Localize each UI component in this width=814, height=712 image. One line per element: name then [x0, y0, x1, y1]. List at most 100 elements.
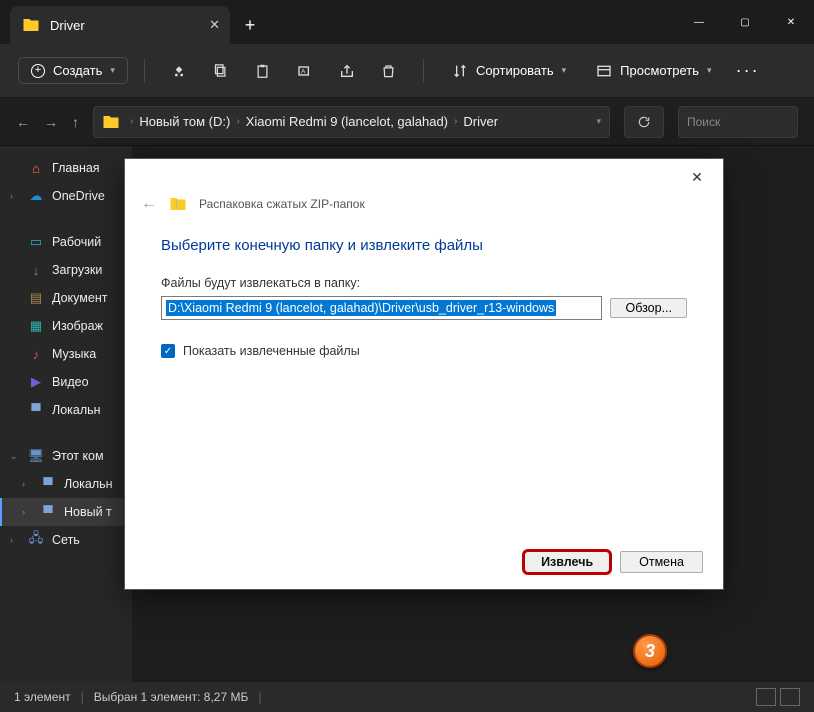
pc-icon: 🖥 [28, 448, 44, 464]
share-button[interactable] [329, 63, 365, 79]
status-count: 1 элемент [14, 690, 71, 704]
dialog-header: Распаковка сжатых ZIP-папок [199, 197, 365, 211]
home-icon: ⌂ [28, 160, 44, 176]
dialog-close-button[interactable]: ✕ [679, 169, 715, 186]
sidebar-item-documents[interactable]: ▤ Документ [0, 284, 132, 312]
chevron-right-icon: › [236, 116, 239, 127]
new-tab-button[interactable]: + [230, 6, 270, 44]
sidebar-item-network[interactable]: ›🖧Сеть [0, 526, 132, 554]
sidebar-item-thispc[interactable]: ⌄🖥Этот ком [0, 442, 132, 470]
sidebar-label: Этот ком [52, 449, 104, 463]
copy-button[interactable] [203, 63, 239, 78]
crumb-root[interactable]: Новый том (D:) [139, 114, 230, 129]
dialog-back-button[interactable]: ← [141, 195, 157, 213]
dialog-path-label: Файлы будут извлекаться в папку: [161, 276, 687, 290]
crumb-folder1[interactable]: Xiaomi Redmi 9 (lancelot, galahad) [246, 114, 448, 129]
video-icon: ▶ [28, 374, 44, 390]
delete-button[interactable] [371, 63, 407, 79]
chevron-down-icon: ▾ [707, 65, 712, 76]
view-button[interactable]: Просмотреть ▾ [584, 63, 723, 79]
sidebar-label: Документ [52, 291, 107, 305]
search-placeholder: Поиск [687, 115, 720, 129]
annotation-marker-3: 3 [633, 634, 667, 668]
sort-label: Сортировать [476, 63, 554, 78]
svg-text:A: A [301, 68, 306, 75]
sidebar-label: OneDrive [52, 189, 105, 203]
nav-up[interactable]: ↑ [72, 114, 79, 130]
tab-driver[interactable]: Driver ✕ [10, 6, 230, 44]
tab-title: Driver [50, 18, 85, 33]
close-window-button[interactable]: ✕ [768, 0, 814, 44]
checkbox-label: Показать извлеченные файлы [183, 344, 360, 358]
sidebar-item-onedrive[interactable]: ›☁OneDrive [0, 182, 132, 210]
disk-icon [102, 113, 120, 131]
disk-icon: ▀ [40, 504, 56, 520]
cut-button[interactable] [161, 63, 197, 79]
sidebar-label: Сеть [52, 533, 80, 547]
sort-button[interactable]: Сортировать ▾ [440, 63, 578, 79]
sidebar-item-local[interactable]: ▀ Локальн [0, 396, 132, 424]
view-grid-button[interactable] [780, 688, 800, 706]
sidebar-label: Локальн [52, 403, 101, 417]
sidebar-item-music[interactable]: ♪ Музыка [0, 340, 132, 368]
sidebar-item-localn[interactable]: ›▀Локальн [0, 470, 132, 498]
cancel-button[interactable]: Отмена [620, 551, 703, 573]
extract-button[interactable]: Извлечь [522, 549, 612, 575]
status-bar: 1 элемент | Выбран 1 элемент: 8,27 МБ | [0, 682, 814, 712]
view-label: Просмотреть [620, 63, 699, 78]
download-icon: ↓ [28, 262, 44, 278]
sidebar-item-downloads[interactable]: ↓ Загрузки [0, 256, 132, 284]
sidebar-label: Музыка [52, 347, 96, 361]
sidebar-label: Рабочий [52, 235, 101, 249]
cloud-icon: ☁ [28, 188, 44, 204]
search-input[interactable]: Поиск [678, 106, 798, 138]
sidebar-label: Новый т [64, 505, 112, 519]
nav-forward[interactable]: → [44, 114, 58, 130]
breadcrumb[interactable]: › Новый том (D:) › Xiaomi Redmi 9 (lance… [93, 106, 610, 138]
folder-icon [22, 16, 40, 34]
crumb-folder2[interactable]: Driver [463, 114, 498, 129]
desktop-icon: ▭ [28, 234, 44, 250]
sidebar-label: Изображ [52, 319, 103, 333]
create-label: Создать [53, 63, 102, 78]
minimize-button[interactable]: — [676, 0, 722, 44]
title-bar: Driver ✕ + — ▢ ✕ [0, 0, 814, 44]
plus-icon: + [31, 64, 45, 78]
sidebar-label: Главная [52, 161, 100, 175]
sidebar-item-newvol[interactable]: ›▀Новый т [0, 498, 132, 526]
browse-button[interactable]: Обзор... [610, 298, 687, 318]
separator: | [258, 690, 261, 704]
toolbar: + Создать ▾ A Сортировать ▾ Просмотреть … [0, 44, 814, 98]
chevron-right-icon: › [454, 116, 457, 127]
sidebar-item-desktop[interactable]: ▭ Рабочий [0, 228, 132, 256]
sidebar-label: Видео [52, 375, 89, 389]
tab-close-button[interactable]: ✕ [209, 17, 220, 33]
sidebar-item-images[interactable]: ▦Изображ [0, 312, 132, 340]
rename-button[interactable]: A [287, 63, 323, 79]
nav-back[interactable]: ← [16, 114, 30, 130]
separator [144, 59, 145, 83]
status-selected: Выбран 1 элемент: 8,27 МБ [94, 690, 249, 704]
path-input[interactable]: D:\Xiaomi Redmi 9 (lancelot, galahad)\Dr… [161, 296, 602, 320]
sidebar-label: Загрузки [52, 263, 102, 277]
show-files-checkbox[interactable]: ✓ [161, 344, 175, 358]
network-icon: 🖧 [28, 532, 44, 548]
sidebar-item-home[interactable]: ⌂ Главная [0, 154, 132, 182]
sidebar-item-video[interactable]: ▶ Видео [0, 368, 132, 396]
refresh-button[interactable] [624, 106, 664, 138]
chevron-right-icon: › [130, 116, 133, 127]
view-list-button[interactable] [756, 688, 776, 706]
paste-button[interactable] [245, 63, 281, 79]
chevron-down-icon[interactable]: ▾ [596, 116, 601, 127]
sidebar-label: Локальн [64, 477, 113, 491]
maximize-button[interactable]: ▢ [722, 0, 768, 44]
music-icon: ♪ [28, 346, 44, 362]
create-button[interactable]: + Создать ▾ [18, 57, 128, 84]
zip-icon [169, 195, 187, 213]
chevron-down-icon: ▾ [562, 65, 567, 76]
more-button[interactable]: ··· [736, 60, 760, 81]
disk-icon: ▀ [28, 402, 44, 418]
separator: | [81, 690, 84, 704]
document-icon: ▤ [28, 290, 44, 306]
separator [423, 59, 424, 83]
